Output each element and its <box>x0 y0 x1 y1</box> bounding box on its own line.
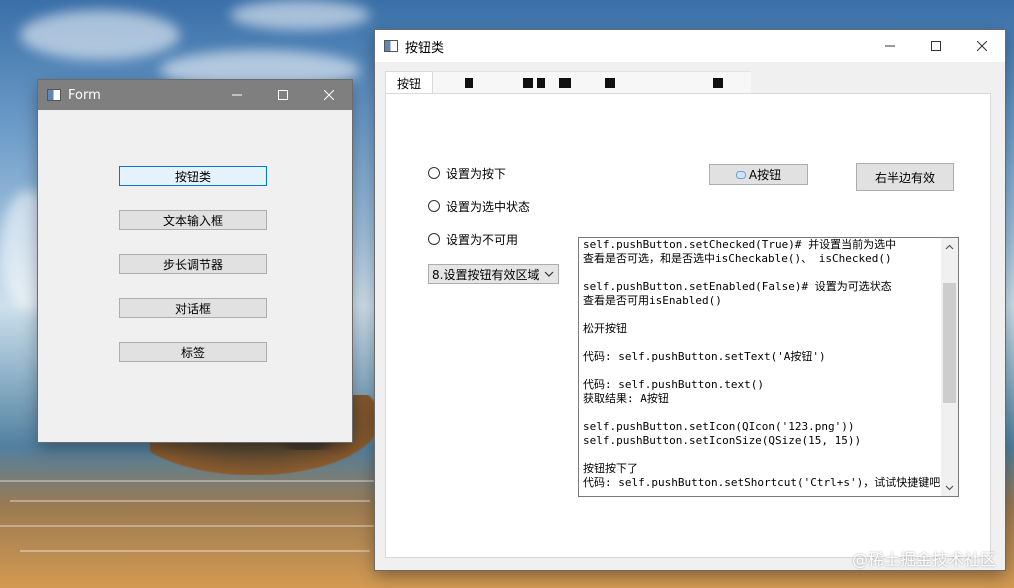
minimize-button[interactable] <box>867 31 913 61</box>
text-line: 查看是否可选，和是否选中isCheckable()、 isChecked() <box>583 252 892 265</box>
form-window: Form 按钮类 文本输入框 步长调节器 对话框 标签 <box>38 80 352 442</box>
scroll-down-arrow[interactable] <box>941 479 958 496</box>
output-text-edit[interactable]: self.pushButton.setChecked(True)# 并设置当前为… <box>578 237 959 497</box>
text-line: 获取结果: A按钮 <box>583 392 669 405</box>
tab-buttons[interactable]: 按钮 <box>385 71 433 94</box>
radio-set-checked[interactable]: 设置为选中状态 <box>428 197 530 215</box>
text-line: 查看是否可用isEnabled() <box>583 294 722 307</box>
radio-circle <box>428 167 440 179</box>
minimize-icon <box>232 94 242 96</box>
tab-content-pane: 设置为按下 设置为选中状态 设置为不可用 8.设置按钮有效区域 A按钮 右半边有… <box>385 93 991 558</box>
text-line: self.pushButton.setEnabled(False)# 设置为可选… <box>583 280 892 293</box>
chevron-up-icon <box>945 244 954 249</box>
radio-label: 设置为按下 <box>446 166 507 181</box>
text-line: 松开按钮 <box>583 322 627 335</box>
scroll-up-arrow[interactable] <box>941 238 958 255</box>
app-icon <box>384 40 398 52</box>
maximize-button[interactable] <box>260 80 306 110</box>
output-text: self.pushButton.setChecked(True)# 并设置当前为… <box>583 238 941 490</box>
close-icon <box>977 41 987 51</box>
text-line: self.pushButton.setIconSize(QSize(15, 15… <box>583 434 862 447</box>
close-button[interactable] <box>306 80 352 110</box>
text-line <box>583 364 941 378</box>
text-input-category-button[interactable]: 文本输入框 <box>119 210 267 230</box>
spinbox-category-button[interactable]: 步长调节器 <box>119 254 267 274</box>
radio-circle <box>428 233 440 245</box>
text-line: self.pushButton.setIcon(QIcon('123.png')… <box>583 420 855 433</box>
text-line: 代码: self.pushButton.setText('A按钮') <box>583 350 826 363</box>
text-line <box>583 308 941 322</box>
form-titlebar[interactable]: Form <box>38 80 352 110</box>
combobox-value: 8.设置按钮有效区域 <box>432 267 540 282</box>
buttons-category-button[interactable]: 按钮类 <box>119 166 267 186</box>
close-icon <box>324 90 334 100</box>
radio-set-pressed[interactable]: 设置为按下 <box>428 164 506 182</box>
minimize-icon <box>885 45 895 47</box>
a-button[interactable]: A按钮 <box>709 164 808 185</box>
buttons-window: 按钮类 按钮 设置为按下 设置为选中状态 设置为不可用 8.设置按钮有效区域 A… <box>375 30 1005 570</box>
label-category-button[interactable]: 标签 <box>119 342 267 362</box>
vertical-scrollbar[interactable] <box>941 238 958 496</box>
maximize-icon <box>278 90 288 100</box>
chevron-down-icon <box>945 485 954 490</box>
radio-circle <box>428 200 440 212</box>
a-button-label: A按钮 <box>748 168 782 182</box>
maximize-button[interactable] <box>913 31 959 61</box>
main-titlebar[interactable]: 按钮类 <box>375 30 1005 62</box>
app-icon <box>47 89 61 101</box>
main-title: 按钮类 <box>405 40 445 56</box>
text-line <box>583 336 941 350</box>
text-line: 代码: self.pushButton.text() <box>583 378 764 391</box>
text-line: 代码: self.pushButton.setShortcut('Ctrl+s'… <box>583 476 941 489</box>
scroll-thumb[interactable] <box>943 283 956 403</box>
watermark: @稀土掘金技术社区 <box>851 550 996 569</box>
chevron-down-icon <box>544 271 554 277</box>
text-line <box>583 448 941 462</box>
text-line: self.pushButton.setChecked(True)# 并设置当前为… <box>583 238 897 251</box>
small-image-icon <box>735 170 746 179</box>
text-line: 按钮按下了 <box>583 462 638 475</box>
maximize-icon <box>931 41 941 51</box>
text-line <box>583 266 941 280</box>
dialog-category-button[interactable]: 对话框 <box>119 298 267 318</box>
radio-label: 设置为选中状态 <box>446 199 531 214</box>
right-half-effective-button[interactable]: 右半边有效 <box>856 163 954 191</box>
tab-artifact <box>433 71 751 93</box>
close-button[interactable] <box>959 31 1005 61</box>
radio-label: 设置为不可用 <box>446 232 519 247</box>
radio-set-disabled[interactable]: 设置为不可用 <box>428 230 518 248</box>
demo-selector-combobox[interactable]: 8.设置按钮有效区域 <box>428 264 559 284</box>
form-title: Form <box>68 87 101 103</box>
text-line <box>583 406 941 420</box>
minimize-button[interactable] <box>214 80 260 110</box>
